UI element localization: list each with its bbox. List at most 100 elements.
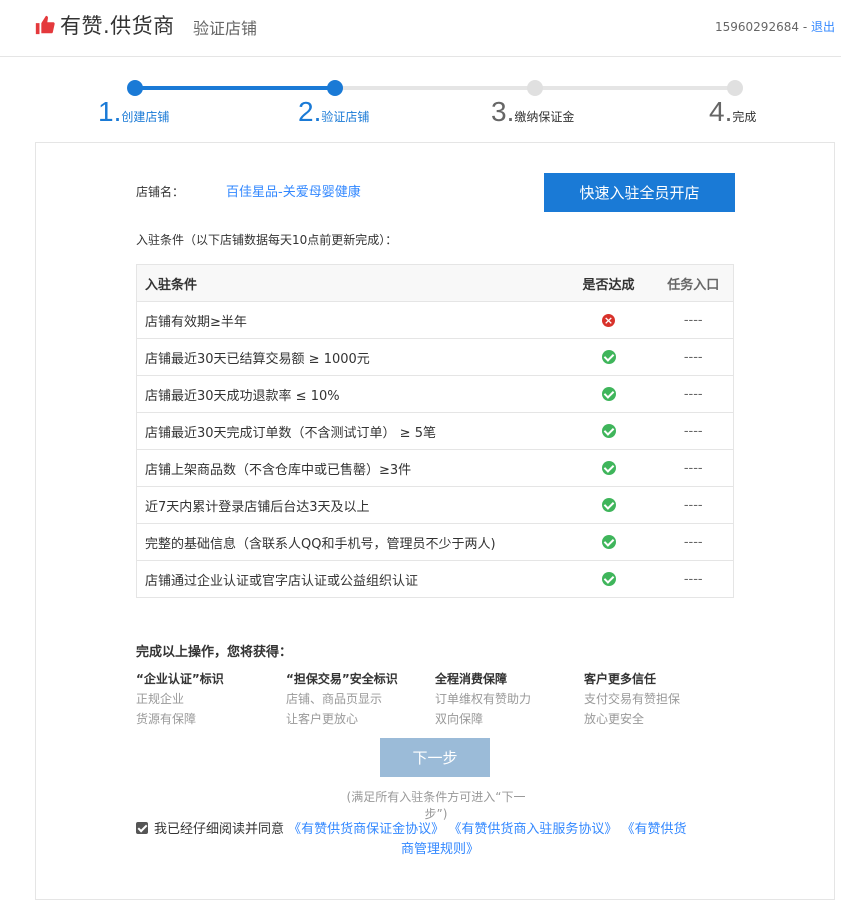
brand-name: 有赞.供货商 bbox=[60, 14, 175, 38]
step-connector-2 bbox=[335, 86, 535, 90]
condition-text: 店铺通过企业认证或官字店认证或公益组织认证 bbox=[136, 560, 564, 598]
step-1: 1.创建店铺 bbox=[98, 96, 169, 128]
brand-logo[interactable]: 有赞.供货商 bbox=[34, 10, 175, 40]
step-4: 4.完成 bbox=[709, 96, 756, 128]
benefit-line: 放心更安全 bbox=[584, 712, 645, 726]
col-met: 是否达成 bbox=[563, 264, 654, 302]
check-icon bbox=[601, 461, 616, 475]
check-icon bbox=[601, 387, 616, 401]
benefit-line: 双向保障 bbox=[435, 712, 484, 726]
shop-name-label: 店铺名： bbox=[136, 185, 185, 199]
conditions-table: 入驻条件 是否达成 任务入口 店铺有效期≥半年 × ---- 店铺最近30天已结算交易… bbox=[136, 264, 734, 598]
benefit-item: “企业认证”标识 正规企业 货源有保障 bbox=[136, 669, 286, 729]
table-header-row: 入驻条件 是否达成 任务入口 bbox=[136, 264, 734, 302]
task-entry: ---- bbox=[653, 301, 734, 339]
step-connector-1 bbox=[135, 86, 335, 90]
user-info: 15960292684 - 退出 bbox=[715, 18, 835, 35]
quick-join-button[interactable]: 快速入驻全员开店 bbox=[544, 173, 735, 212]
condition-status bbox=[563, 560, 654, 598]
step-2: 2.验证店铺 bbox=[298, 96, 369, 128]
rules-link[interactable]: 《有赞供货 bbox=[621, 822, 686, 837]
benefit-item: “担保交易”安全标识 店铺、商品页显示 让客户更放心 bbox=[286, 669, 436, 729]
benefit-line: 货源有保障 bbox=[136, 712, 197, 726]
step-3: 3.缴纳保证金 bbox=[491, 96, 574, 128]
benefit-title: 全程消费保障 bbox=[435, 672, 508, 686]
step-dot-4 bbox=[727, 80, 743, 96]
thumbs-up-icon bbox=[35, 15, 55, 35]
check-icon bbox=[601, 572, 616, 586]
step-number: 2. bbox=[298, 96, 322, 127]
condition-status bbox=[563, 338, 654, 376]
condition-text: 店铺上架商品数（不含仓库中或已售罄）≥3件 bbox=[136, 449, 564, 487]
service-agreement-link[interactable]: 《有赞供货商入驻服务协议》 bbox=[448, 822, 617, 837]
next-step-button[interactable]: 下一步 bbox=[380, 738, 490, 777]
table-row: 近7天内累计登录店铺后台达3天及以上 ---- bbox=[136, 486, 734, 524]
logout-link[interactable]: 退出 bbox=[811, 20, 835, 34]
condition-status bbox=[563, 375, 654, 413]
step-number: 1. bbox=[98, 96, 122, 127]
benefit-line: 订单维权有赞助力 bbox=[435, 692, 532, 706]
table-row: 店铺通过企业认证或官字店认证或公益组织认证 ---- bbox=[136, 560, 734, 598]
next-step-tip: (满足所有入驻条件方可进入“下一步”) bbox=[346, 790, 526, 821]
agree-checkbox[interactable] bbox=[136, 822, 148, 834]
step-dot-3 bbox=[527, 80, 543, 96]
check-icon bbox=[601, 424, 616, 438]
condition-text: 完整的基础信息（含联系人QQ和手机号，管理员不少于两人) bbox=[136, 523, 564, 561]
benefits-title: 完成以上操作，您将获得： bbox=[136, 645, 293, 660]
progress-steps: 1.创建店铺 2.验证店铺 3.缴纳保证金 4.完成 bbox=[98, 76, 778, 136]
task-entry: ---- bbox=[653, 375, 734, 413]
verify-card: 店铺名： 百佳星品-关爱母婴健康 快速入驻全员开店 入驻条件（以下店铺数据每天1… bbox=[35, 142, 835, 900]
step-label: 完成 bbox=[732, 110, 757, 124]
agree-text: 我已经仔细阅读并同意 bbox=[154, 822, 285, 837]
conditions-intro: 入驻条件（以下店铺数据每天10点前更新完成）： bbox=[136, 233, 398, 247]
step-connector-3 bbox=[535, 86, 735, 90]
error-icon: × bbox=[602, 313, 615, 327]
benefit-line: 支付交易有赞担保 bbox=[584, 692, 681, 706]
table-row: 完整的基础信息（含联系人QQ和手机号，管理员不少于两人) ---- bbox=[136, 523, 734, 561]
task-entry: ---- bbox=[653, 338, 734, 376]
col-entry: 任务入口 bbox=[653, 264, 734, 302]
step-number: 4. bbox=[709, 96, 733, 127]
agreement: 我已经仔细阅读并同意 《有赞供货商保证金协议》 《有赞供货商入驻服务协议》 《有… bbox=[136, 820, 736, 860]
table-row: 店铺最近30天已结算交易额 ≥ 1000元 ---- bbox=[136, 338, 734, 376]
separator: - bbox=[802, 20, 808, 34]
step-label: 缴纳保证金 bbox=[514, 110, 575, 124]
condition-text: 近7天内累计登录店铺后台达3天及以上 bbox=[136, 486, 564, 524]
table-row: 店铺最近30天成功退款率 ≤ 10% ---- bbox=[136, 375, 734, 413]
col-condition: 入驻条件 bbox=[136, 264, 564, 302]
shop-name-link[interactable]: 百佳星品-关爱母婴健康 bbox=[226, 181, 361, 200]
benefit-item: 全程消费保障订单维权有赞助力 双向保障 bbox=[435, 669, 585, 729]
condition-status: × bbox=[563, 301, 654, 339]
step-number: 3. bbox=[491, 96, 515, 127]
benefit-line: 正规企业 bbox=[136, 692, 185, 706]
step-label: 创建店铺 bbox=[121, 110, 170, 124]
step-label: 验证店铺 bbox=[321, 110, 370, 124]
condition-status bbox=[563, 486, 654, 524]
condition-status bbox=[563, 523, 654, 561]
step-dot-1 bbox=[127, 80, 143, 96]
deposit-agreement-link[interactable]: 《有赞供货商保证金协议》 bbox=[288, 822, 444, 837]
task-entry: ---- bbox=[653, 523, 734, 561]
condition-text: 店铺最近30天已结算交易额 ≥ 1000元 bbox=[136, 338, 564, 376]
task-entry: ---- bbox=[653, 449, 734, 487]
rules-link-cont[interactable]: 商管理规则》 bbox=[401, 842, 479, 857]
condition-status bbox=[563, 412, 654, 450]
task-entry: ---- bbox=[653, 412, 734, 450]
step-dot-2 bbox=[327, 80, 343, 96]
condition-text: 店铺最近30天完成订单数（不含测试订单） ≥ 5笔 bbox=[136, 412, 564, 450]
benefit-item: 客户更多信任支付交易有赞担保 放心更安全 bbox=[584, 669, 734, 729]
table-row: 店铺最近30天完成订单数（不含测试订单） ≥ 5笔 ---- bbox=[136, 412, 734, 450]
user-phone: 15960292684 bbox=[715, 20, 799, 34]
benefit-line: 店铺、商品页显示 bbox=[286, 692, 383, 706]
condition-status bbox=[563, 449, 654, 487]
task-entry: ---- bbox=[653, 486, 734, 524]
condition-text: 店铺最近30天成功退款率 ≤ 10% bbox=[136, 375, 564, 413]
benefit-line: 让客户更放心 bbox=[286, 712, 359, 726]
table-row: 店铺上架商品数（不含仓库中或已售罄）≥3件 ---- bbox=[136, 449, 734, 487]
benefit-title: 客户更多信任 bbox=[584, 672, 657, 686]
benefit-title: “担保交易”安全标识 bbox=[286, 672, 398, 686]
check-icon bbox=[601, 498, 616, 512]
check-icon bbox=[601, 350, 616, 364]
table-row: 店铺有效期≥半年 × ---- bbox=[136, 301, 734, 339]
top-header: 有赞.供货商 验证店铺 15960292684 - 退出 bbox=[0, 0, 841, 57]
